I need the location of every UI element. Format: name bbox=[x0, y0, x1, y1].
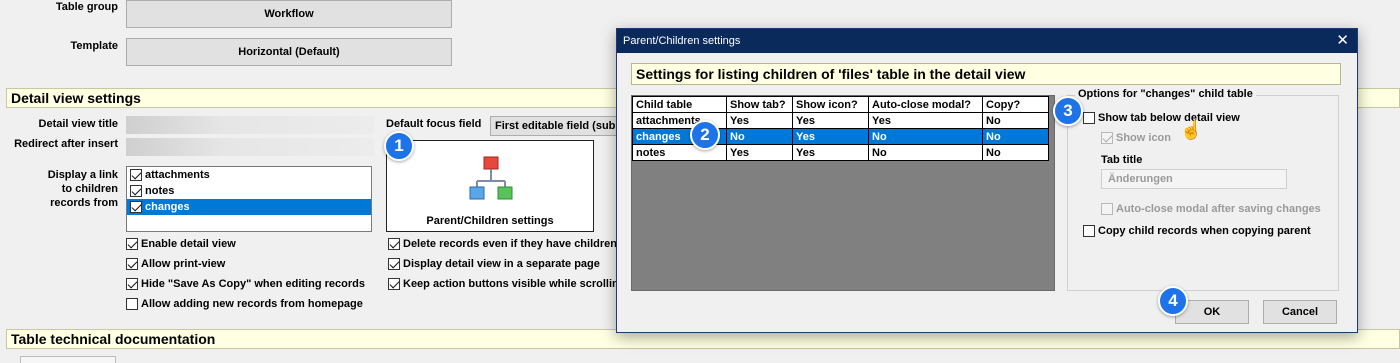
table-cell: Yes bbox=[726, 112, 793, 129]
detail-view-title-label: Detail view title bbox=[38, 118, 118, 130]
list-item-label: attachments bbox=[145, 169, 210, 181]
list-item-attachments[interactable]: attachments bbox=[127, 167, 371, 183]
checkbox[interactable] bbox=[126, 238, 138, 250]
keep-buttons-visible-checkbox[interactable]: Keep action buttons visible while scroll… bbox=[388, 278, 619, 290]
column-header[interactable]: Auto-close modal? bbox=[868, 96, 983, 113]
template-select[interactable]: Horizontal (Default) bbox=[126, 38, 452, 66]
checkbox[interactable] bbox=[1101, 203, 1113, 215]
column-header[interactable]: Copy? bbox=[982, 96, 1049, 113]
checkbox-label: Keep action buttons visible while scroll… bbox=[403, 278, 619, 290]
checkbox[interactable] bbox=[1083, 112, 1095, 124]
list-item-notes[interactable]: notes bbox=[127, 183, 371, 199]
checkbox[interactable] bbox=[130, 201, 142, 213]
table-cell: No bbox=[982, 144, 1049, 161]
display-link-label-line3: records from bbox=[50, 197, 118, 209]
checkbox[interactable] bbox=[126, 298, 138, 310]
show-tab-checkbox[interactable]: Show tab below detail view bbox=[1083, 112, 1240, 124]
separate-page-checkbox[interactable]: Display detail view in a separate page bbox=[388, 258, 600, 270]
checkbox[interactable] bbox=[388, 238, 400, 250]
checkbox-label: Display detail view in a separate page bbox=[403, 258, 600, 270]
list-item-label: notes bbox=[145, 185, 175, 197]
table-cell: No bbox=[726, 128, 793, 145]
checkbox-label: Show icon bbox=[1116, 132, 1171, 144]
checkbox[interactable] bbox=[126, 278, 138, 290]
dialog-heading: Settings for listing children of 'files'… bbox=[631, 63, 1341, 85]
checkbox[interactable] bbox=[1083, 225, 1095, 237]
callout-badge-4: 4 bbox=[1158, 286, 1188, 316]
close-icon[interactable]: ✕ bbox=[1336, 32, 1349, 50]
hierarchy-icon bbox=[469, 156, 513, 200]
template-label: Template bbox=[70, 40, 118, 52]
child-options-groupbox bbox=[1067, 95, 1339, 291]
parent-children-button-label: Parent/Children settings bbox=[426, 215, 554, 227]
table-cell: Yes bbox=[792, 128, 869, 145]
callout-badge-2: 2 bbox=[690, 120, 720, 150]
delete-records-with-children-checkbox[interactable]: Delete records even if they have childre… bbox=[388, 238, 617, 250]
detail-view-title-input[interactable] bbox=[126, 116, 374, 134]
tab-title-input[interactable]: Änderungen bbox=[1101, 169, 1287, 189]
table-cell: No bbox=[982, 128, 1049, 145]
checkbox[interactable] bbox=[130, 185, 142, 197]
child-options-title: Options for "changes" child table bbox=[1075, 88, 1256, 100]
checkbox-label: Enable detail view bbox=[141, 238, 236, 250]
checkbox-label: Copy child records when copying parent bbox=[1098, 225, 1311, 237]
hand-cursor-icon: ☝ bbox=[1180, 120, 1203, 140]
auto-close-modal-checkbox[interactable]: Auto-close modal after saving changes bbox=[1101, 203, 1321, 215]
column-header[interactable]: Show tab? bbox=[726, 96, 793, 113]
table-group-select[interactable]: Workflow bbox=[126, 0, 452, 28]
table-cell: No bbox=[868, 144, 983, 161]
documentation-field-edge bbox=[20, 356, 116, 363]
parent-children-settings-button[interactable]: Parent/Children settings bbox=[386, 140, 594, 232]
list-item-changes[interactable]: changes bbox=[127, 199, 371, 215]
redirect-after-insert-input[interactable] bbox=[126, 138, 374, 156]
checkbox-label: Allow print-view bbox=[141, 258, 226, 270]
checkbox-label: Show tab below detail view bbox=[1098, 112, 1240, 124]
table-cell: Yes bbox=[726, 144, 793, 161]
column-header[interactable]: Child table bbox=[632, 96, 727, 113]
display-link-label-line2: to children bbox=[61, 183, 118, 195]
show-icon-checkbox[interactable]: Show icon bbox=[1101, 132, 1171, 144]
dialog-titlebar: Parent/Children settings ✕ bbox=[617, 29, 1357, 53]
column-header[interactable]: Show icon? bbox=[792, 96, 869, 113]
callout-badge-3: 3 bbox=[1053, 96, 1083, 126]
callout-badge-1: 1 bbox=[384, 131, 414, 161]
display-link-label-line1: Display a link bbox=[47, 169, 118, 181]
tab-title-label: Tab title bbox=[1101, 154, 1143, 166]
table-cell: No bbox=[868, 128, 983, 145]
checkbox[interactable] bbox=[388, 258, 400, 270]
table-header-row: Child table Show tab? Show icon? Auto-cl… bbox=[632, 96, 1049, 113]
table-cell: Yes bbox=[868, 112, 983, 129]
redirect-after-insert-label: Redirect after insert bbox=[14, 138, 118, 150]
checkbox-label: Allow adding new records from homepage bbox=[141, 298, 363, 310]
parent-children-dialog: Parent/Children settings ✕ Settings for … bbox=[616, 28, 1358, 333]
allow-print-view-checkbox[interactable]: Allow print-view bbox=[126, 258, 225, 270]
checkbox[interactable] bbox=[126, 258, 138, 270]
checkbox[interactable] bbox=[130, 169, 142, 181]
checkbox[interactable] bbox=[1101, 132, 1113, 144]
list-item-label: changes bbox=[145, 201, 190, 213]
dialog-title: Parent/Children settings bbox=[623, 35, 741, 47]
children-listbox[interactable]: attachments notes changes bbox=[126, 166, 372, 232]
enable-detail-view-checkbox[interactable]: Enable detail view bbox=[126, 238, 236, 250]
table-group-label: Table group bbox=[55, 1, 118, 13]
default-focus-select[interactable]: First editable field (sub bbox=[490, 116, 620, 136]
display-link-label: Display a link to children records from bbox=[20, 168, 118, 210]
checkbox[interactable] bbox=[388, 278, 400, 290]
checkbox-label: Delete records even if they have childre… bbox=[403, 238, 617, 250]
table-cell: Yes bbox=[792, 144, 869, 161]
cancel-button[interactable]: Cancel bbox=[1263, 300, 1337, 324]
hide-save-as-copy-checkbox[interactable]: Hide "Save As Copy" when editing records bbox=[126, 278, 365, 290]
copy-child-records-checkbox[interactable]: Copy child records when copying parent bbox=[1083, 225, 1311, 237]
default-focus-label: Default focus field bbox=[386, 118, 482, 130]
checkbox-label: Auto-close modal after saving changes bbox=[1116, 203, 1321, 215]
checkbox-label: Hide "Save As Copy" when editing records bbox=[141, 278, 365, 290]
table-cell: Yes bbox=[792, 112, 869, 129]
table-cell: No bbox=[982, 112, 1049, 129]
allow-adding-from-homepage-checkbox[interactable]: Allow adding new records from homepage bbox=[126, 298, 363, 310]
